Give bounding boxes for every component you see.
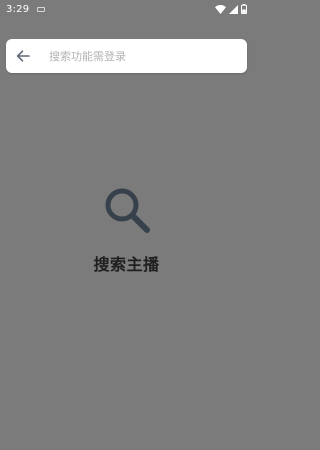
back-button[interactable] xyxy=(6,39,40,73)
status-icons xyxy=(215,4,247,14)
status-bar: 3:29 xyxy=(0,0,253,18)
arrow-left-icon xyxy=(16,50,30,62)
signal-icon xyxy=(229,4,238,14)
empty-state: 搜索主播 xyxy=(0,183,253,275)
notification-icon xyxy=(37,6,46,12)
battery-icon xyxy=(241,4,247,14)
wifi-icon xyxy=(215,4,226,14)
empty-state-message: 搜索主播 xyxy=(93,255,160,274)
search-bar xyxy=(6,39,247,73)
status-time: 3:29 xyxy=(6,3,30,15)
search-input[interactable] xyxy=(49,44,229,68)
search-icon xyxy=(105,188,150,233)
